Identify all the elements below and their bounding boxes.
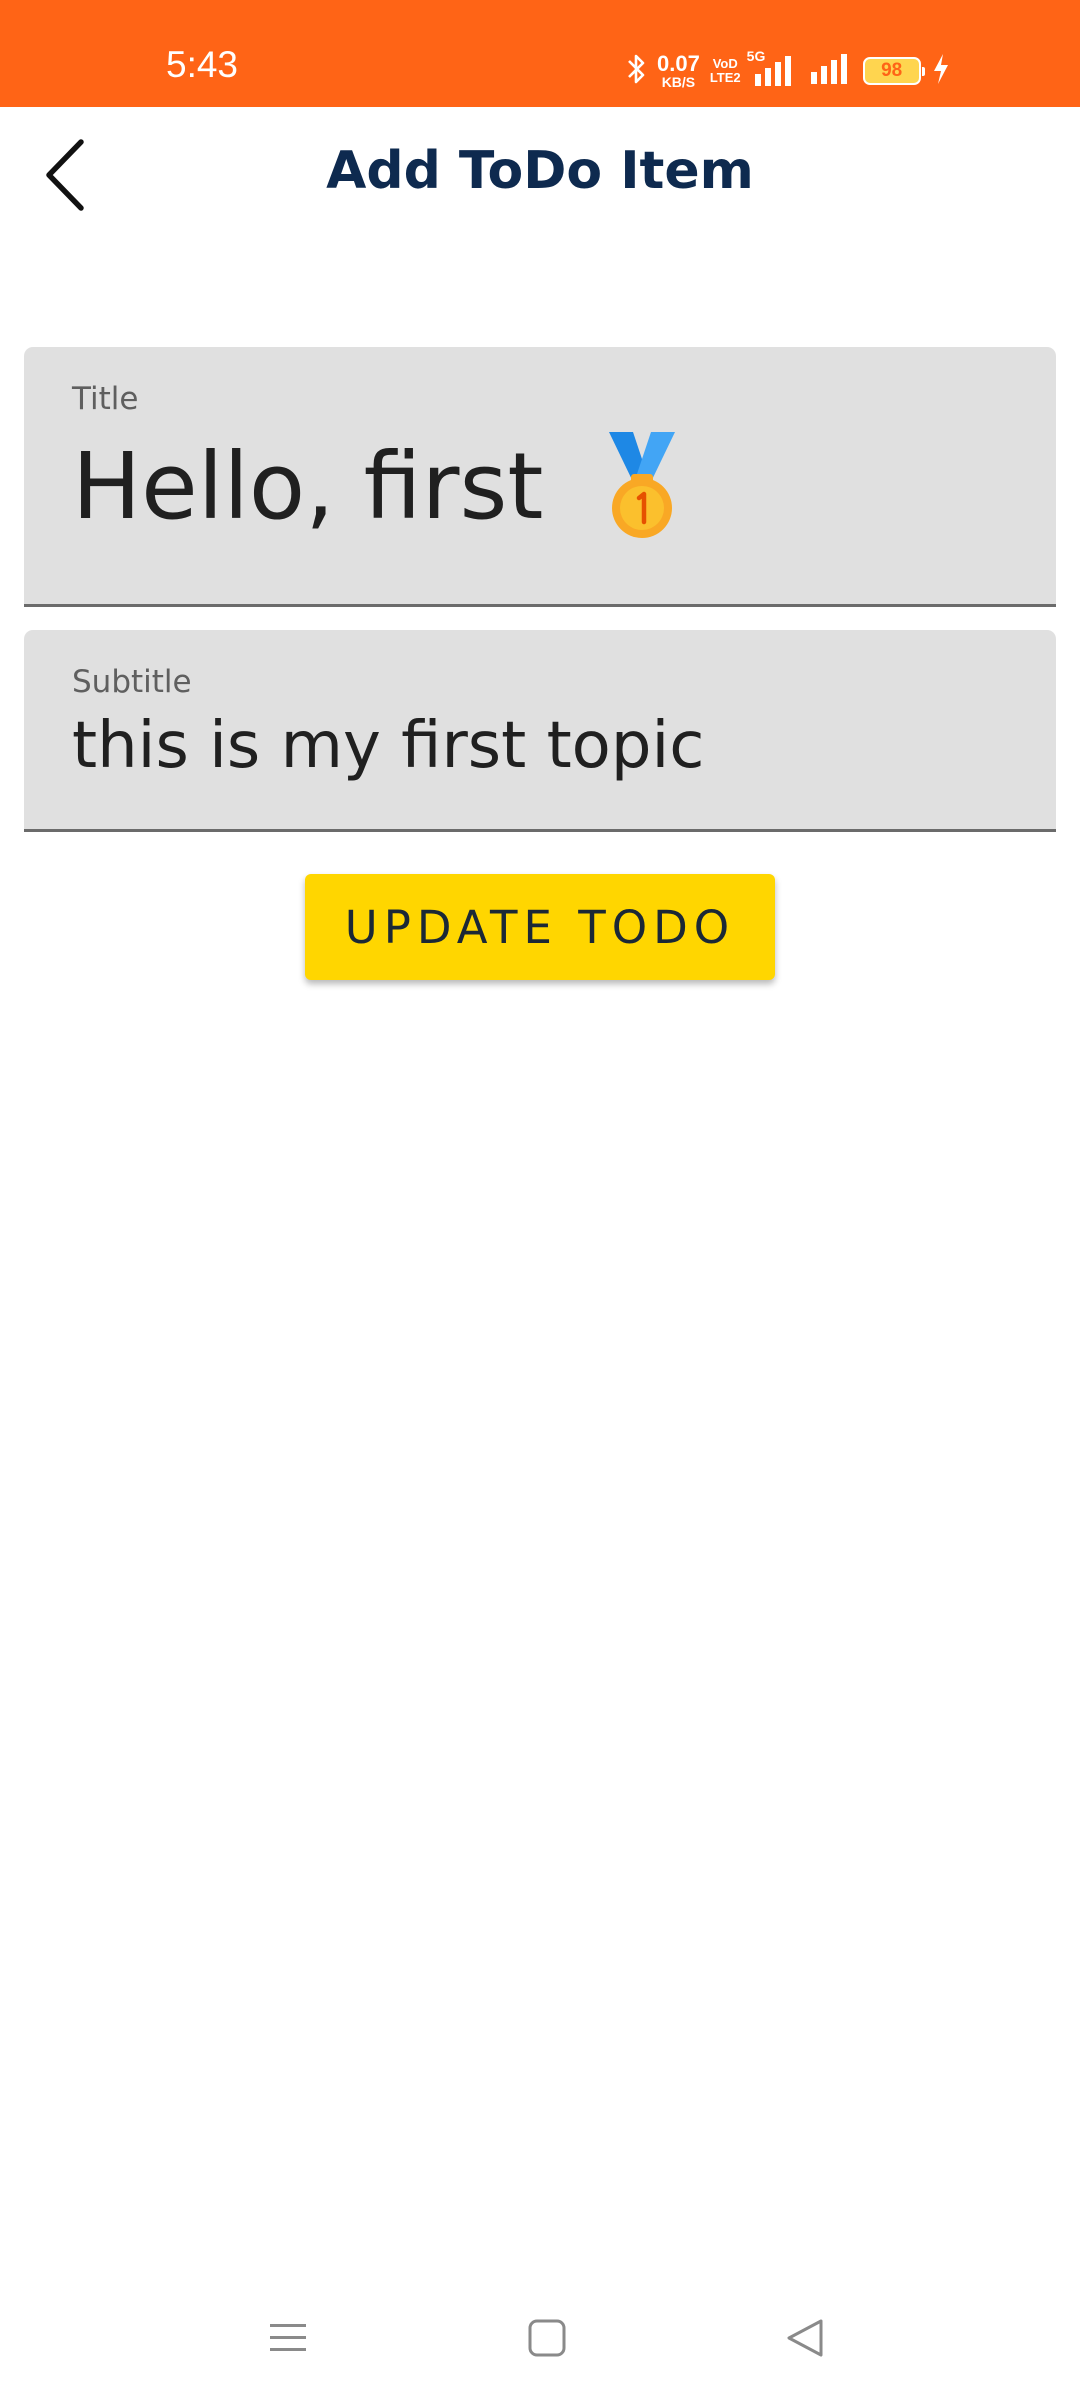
volte-bottom-label: LTE2 bbox=[709, 70, 741, 85]
subtitle-input[interactable]: this is my first topic bbox=[72, 706, 1008, 786]
network-type-label: 5G bbox=[746, 48, 766, 64]
screen: 5:43 0.07 KB/S VoD LTE2 5G 98 Add ToDo I… bbox=[0, 0, 1080, 2400]
first-place-medal-icon bbox=[607, 430, 677, 540]
battery-indicator: 98 bbox=[862, 57, 925, 85]
page-title: Add ToDo Item bbox=[326, 141, 754, 201]
home-icon bbox=[525, 2316, 569, 2364]
navigation-bar bbox=[0, 2280, 1080, 2400]
update-todo-button[interactable]: UPDATE TODO bbox=[305, 874, 775, 980]
menu-button[interactable] bbox=[248, 2300, 328, 2380]
signal-icon bbox=[807, 52, 853, 90]
subtitle-input-value: this is my first topic bbox=[72, 709, 705, 783]
title-field[interactable]: Title Hello, first bbox=[24, 347, 1056, 607]
back-icon bbox=[783, 2316, 827, 2364]
title-input-value: Hello, first bbox=[72, 433, 544, 540]
network-speed-value: 0.07 bbox=[657, 51, 700, 76]
battery-level: 98 bbox=[881, 60, 903, 81]
network-speed: 0.07 KB/S bbox=[657, 51, 700, 90]
subtitle-field[interactable]: Subtitle this is my first topic bbox=[24, 630, 1056, 832]
home-button[interactable] bbox=[507, 2300, 587, 2380]
bluetooth-icon bbox=[625, 52, 647, 90]
signal-5g-icon: 5G bbox=[747, 48, 797, 88]
title-field-label: Title bbox=[72, 381, 139, 417]
charging-icon bbox=[931, 52, 951, 90]
status-icons: 0.07 KB/S VoD LTE2 5G 98 bbox=[625, 48, 951, 94]
system-back-button[interactable] bbox=[765, 2300, 845, 2380]
subtitle-field-label: Subtitle bbox=[72, 664, 192, 700]
menu-icon bbox=[266, 2318, 310, 2362]
status-bar: 5:43 0.07 KB/S VoD LTE2 5G 98 bbox=[0, 0, 1080, 107]
volte-indicator: VoD LTE2 bbox=[710, 57, 741, 84]
app-bar: Add ToDo Item bbox=[0, 107, 1080, 239]
network-speed-unit: KB/S bbox=[661, 74, 696, 90]
status-time: 5:43 bbox=[166, 44, 239, 85]
volte-top-label: VoD bbox=[712, 56, 738, 72]
title-input[interactable]: Hello, first bbox=[72, 427, 1008, 547]
